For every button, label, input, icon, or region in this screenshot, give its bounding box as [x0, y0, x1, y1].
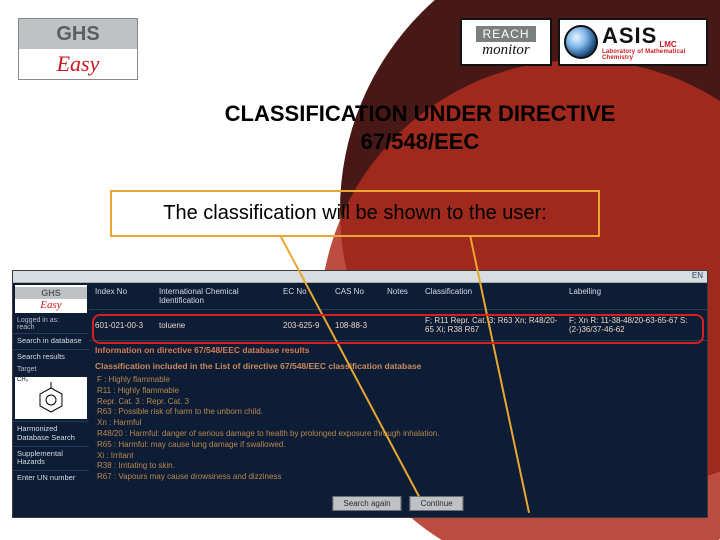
col-cas: CAS No: [335, 287, 383, 305]
col-labelling: Labelling: [569, 287, 701, 305]
sidebar-item-search[interactable]: Search in database: [13, 333, 89, 349]
section-title-2: Classification included in the List of d…: [89, 357, 707, 373]
reach-logo-bottom: monitor: [482, 42, 530, 59]
classification-descriptions: F : Highly flammable R11 : Highly flamma…: [89, 373, 707, 487]
app-window: EN GHS Easy Logged in as: reach Search i…: [12, 270, 708, 518]
cell-name: toluene: [159, 321, 279, 330]
continue-button[interactable]: Continue: [410, 496, 464, 511]
ghs-logo-top: GHS: [19, 19, 137, 49]
benzene-icon: [35, 382, 67, 416]
table-row[interactable]: 601-021-00-3 toluene 203-625-9 108-88-3 …: [89, 309, 707, 341]
col-index: Index No: [95, 287, 155, 305]
desc-line: Xn : Harmful: [97, 418, 699, 429]
cell-cas: 108-88-3: [335, 321, 383, 330]
desc-line: R48/20 : Harmful: danger of serious dama…: [97, 429, 699, 440]
sidebar-logo: GHS Easy: [15, 285, 87, 313]
oasis-lmc: LMC: [659, 40, 676, 49]
reach-monitor-logo: REACH monitor: [460, 18, 552, 66]
sidebar-item-supplemental[interactable]: Supplemental Hazards: [13, 446, 89, 470]
target-formula: CH₃: [17, 377, 28, 383]
desc-line: R65 : Harmful: may cause lung damage if …: [97, 440, 699, 451]
sidebar-logo-top: GHS: [15, 287, 87, 299]
search-again-button[interactable]: Search again: [332, 496, 401, 511]
app-sidebar: GHS Easy Logged in as: reach Search in d…: [13, 283, 89, 517]
caption-box: The classification will be shown to the …: [110, 190, 600, 237]
app-topbar: EN: [13, 271, 707, 283]
col-notes: Notes: [387, 287, 421, 305]
cell-classification: F; R11 Repr. Cat. 3; R63 Xn; R48/20-65 X…: [425, 316, 565, 334]
reach-logo-top: REACH: [476, 26, 535, 42]
cell-labelling: F; Xn R: 11-38-48/20-63-65-67 S: (2-)36/…: [569, 316, 701, 334]
sidebar-item-results[interactable]: Search results: [13, 349, 89, 365]
logged-label: Logged in as:: [17, 317, 59, 324]
title-line1: CLASSIFICATION UNDER DIRECTIVE: [160, 100, 680, 128]
desc-line: R63 : Possible risk of harm to the unbor…: [97, 407, 699, 418]
globe-icon: [564, 25, 598, 59]
desc-line: R38 : Irritating to skin.: [97, 461, 699, 472]
logged-in-label: Logged in as: reach: [13, 315, 89, 333]
desc-line: F : Highly flammable: [97, 375, 699, 386]
caption-text: The classification will be shown to the …: [163, 202, 547, 224]
sidebar-item-harmonized[interactable]: Harmonized Database Search: [13, 421, 89, 445]
section-title-1: Information on directive 67/548/EEC data…: [89, 341, 707, 357]
desc-line: R11 : Highly flammable: [97, 386, 699, 397]
logged-user: reach: [17, 324, 35, 331]
oasis-subtitle: Laboratory of Mathematical Chemistry: [602, 49, 702, 61]
ghs-logo-bottom: Easy: [19, 49, 137, 79]
table-header-row: Index No International Chemical Identifi…: [89, 283, 707, 309]
oasis-logo: ASIS LMC Laboratory of Mathematical Chem…: [558, 18, 708, 66]
ghs-easy-logo: GHS Easy: [18, 18, 138, 80]
cell-index: 601-021-00-3: [95, 321, 155, 330]
oasis-logo-text: ASIS: [602, 23, 657, 49]
target-structure[interactable]: CH₃: [15, 377, 87, 419]
col-classification: Classification: [425, 287, 565, 305]
sidebar-item-un-number[interactable]: Enter UN number: [13, 470, 89, 486]
language-selector[interactable]: EN: [692, 271, 703, 280]
col-name: International Chemical Identification: [159, 287, 279, 305]
cell-ec: 203-625-9: [283, 321, 331, 330]
sidebar-logo-bottom: Easy: [40, 299, 61, 311]
app-main: Index No International Chemical Identifi…: [89, 283, 707, 517]
slide-title: CLASSIFICATION UNDER DIRECTIVE 67/548/EE…: [160, 100, 680, 155]
desc-line: R67 : Vapours may cause drowsiness and d…: [97, 472, 699, 483]
title-line2: 67/548/EEC: [160, 128, 680, 156]
sidebar-target-label: Target: [13, 364, 89, 375]
desc-line: Repr. Cat. 3 : Repr. Cat. 3: [97, 397, 699, 408]
